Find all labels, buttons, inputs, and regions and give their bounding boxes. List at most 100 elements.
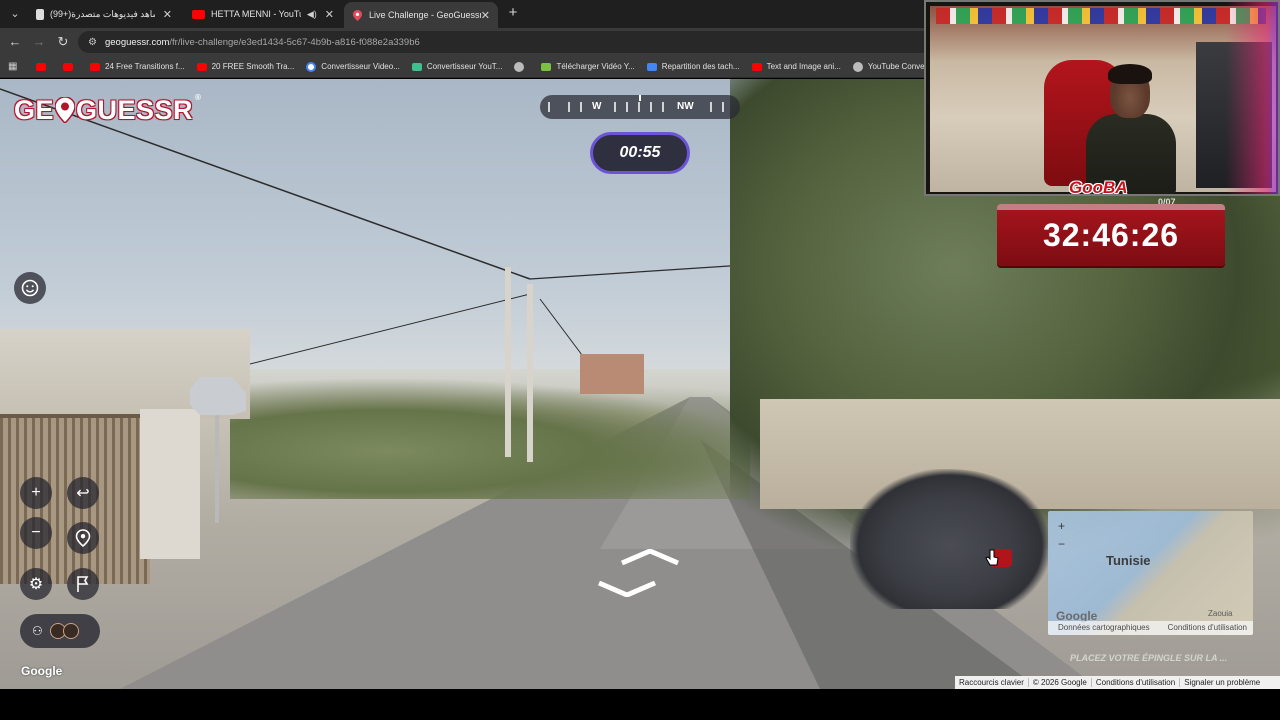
compass[interactable]: W NW [540, 95, 740, 119]
logo-pin-icon [55, 97, 76, 123]
flag-button[interactable] [67, 568, 99, 600]
bookmark-label: Convertisseur Video... [321, 62, 400, 71]
emote-button[interactable] [14, 272, 46, 304]
bookmark-item[interactable]: 20 FREE Smooth Tra... [196, 62, 295, 71]
bookmark-item[interactable]: Télécharger Vidéo Y... [541, 62, 635, 71]
bookmark-label: 24 Free Transitions f... [105, 62, 185, 71]
distant-building [580, 354, 644, 394]
flag-banner [936, 8, 1266, 24]
globe-icon [514, 61, 525, 72]
hand-cursor-icon [985, 549, 999, 566]
logo-text-end: GUESSR [76, 94, 194, 125]
compass-northwest: NW [677, 101, 694, 112]
tab-close-icon[interactable]: ✕ [481, 9, 490, 22]
location-pin-icon [75, 529, 91, 547]
tiktok-icon [36, 8, 44, 20]
utility-pole [527, 284, 533, 462]
globe-icon [852, 61, 863, 72]
url-domain: geoguessr.com [104, 36, 170, 48]
logo-text-start: GE [14, 94, 55, 125]
reload-icon[interactable]: ↻ [54, 33, 72, 51]
bookmark-item[interactable]: 24 Free Transitions f... [90, 62, 185, 71]
logo-registered: ® [195, 93, 202, 102]
bookmark-item[interactable]: Convertisseur Video... [306, 61, 400, 72]
map-data-credit[interactable]: Données cartographiques [1058, 623, 1150, 635]
apps-grid-icon[interactable]: ▦ [8, 61, 22, 72]
bookmark-item[interactable] [36, 62, 51, 71]
flag-icon [77, 576, 89, 592]
youtube-icon [751, 62, 762, 71]
bookmark-item[interactable] [514, 61, 529, 72]
bookmark-label: Télécharger Vidéo Y... [556, 62, 635, 71]
challenge-timer: 32:46:26 [997, 204, 1225, 266]
address-bar[interactable]: ⚙ geoguessr.com /fr/live-challenge/e3ed1… [78, 31, 938, 53]
speaker-icon[interactable]: ◀) [307, 9, 317, 20]
bookmark-label: Repartition des tach... [661, 62, 740, 71]
download-icon [541, 62, 552, 71]
utility-pole [505, 267, 511, 457]
map-country-label: Tunisie [1106, 553, 1151, 568]
move-forward-arrow[interactable] [620, 549, 680, 565]
new-tab-button[interactable]: + [504, 4, 522, 22]
geoguessr-pin-icon [352, 9, 363, 21]
streamer [1086, 64, 1176, 194]
convert-icon [411, 62, 422, 71]
player-avatar [62, 623, 79, 639]
tab-close-icon[interactable]: ✕ [163, 8, 172, 21]
round-timer: 00:55 [590, 132, 690, 174]
youtube-icon [90, 62, 100, 71]
bookmark-item[interactable]: Repartition des tach... [646, 62, 740, 71]
google-watermark: Google [21, 664, 63, 678]
youtube-icon [196, 62, 207, 71]
map-terms[interactable]: Conditions d'utilisation [1168, 623, 1247, 635]
terms-link[interactable]: Conditions d'utilisation [1092, 678, 1179, 687]
tab-title: (99+)شاهد فيديوهات متصدرة [50, 8, 155, 19]
forward-arrow-icon[interactable]: → [30, 33, 48, 51]
map-zoom-out[interactable]: − [1058, 537, 1065, 551]
map-place-label: Zaouia [1208, 609, 1233, 618]
tab-youtube[interactable]: HETTA MENNI - YouTube ◀) ✕ [184, 2, 342, 26]
tab-search-icon[interactable]: ⌄ [6, 5, 24, 23]
copyright-text: © 2026 Google [1032, 678, 1087, 687]
zoom-out-button[interactable]: − [20, 517, 52, 549]
map-attribution: Données cartographiques Conditions d'uti… [1048, 621, 1253, 635]
tab-geoguessr[interactable]: Live Challenge - GeoGuessr ✕ [344, 2, 498, 28]
geoguessr-logo[interactable]: GE GUESSR ® [14, 93, 201, 127]
map-zoom-in[interactable]: + [1058, 519, 1065, 533]
youtube-icon [63, 62, 73, 71]
site-info-icon[interactable]: ⚙ [88, 37, 97, 48]
bookmark-label: Text and Image ani... [766, 62, 841, 71]
return-to-start-button[interactable] [67, 522, 99, 554]
bookmark-item[interactable]: Text and Image ani... [751, 62, 841, 71]
parked-car [850, 469, 1050, 609]
group-icon: ⚇ [32, 624, 43, 638]
docs-icon [646, 62, 657, 71]
place-pin-hint: PLACEZ VOTRE ÉPINGLE SUR LA ... [1070, 653, 1228, 663]
tab-title: Live Challenge - GeoGuessr [369, 10, 481, 20]
youtube-icon [192, 9, 205, 19]
zoom-in-button[interactable]: + [20, 477, 52, 509]
move-back-arrow[interactable] [597, 581, 657, 597]
streamer-webcam: GooBA [924, 0, 1280, 196]
keyboard-shortcuts-link[interactable]: Raccourcis clavier [955, 678, 1028, 687]
tab-title: HETTA MENNI - YouTube [211, 9, 301, 19]
settings-button[interactable]: ⚙ [20, 568, 52, 600]
guess-minimap[interactable]: + − Tunisie Zaouia Google Données cartog… [1048, 511, 1253, 635]
webcam-logo: GooBA [1069, 178, 1128, 196]
youtube-icon [36, 62, 46, 71]
bookmark-item[interactable] [63, 62, 78, 71]
url-path: /fr/live-challenge/e3ed1434-5c67-4b9b-a8… [169, 36, 420, 48]
trees-background [230, 379, 750, 499]
bookmark-item[interactable]: Convertisseur YouT... [411, 62, 503, 71]
bookmark-label: Convertisseur YouT... [426, 62, 503, 71]
back-arrow-icon[interactable]: ← [6, 33, 24, 51]
neon-light [1226, 2, 1278, 194]
undo-move-button[interactable]: ↩ [67, 477, 99, 509]
google-footer: Raccourcis clavier © 2026 Google Conditi… [955, 676, 1280, 689]
report-problem-link[interactable]: Signaler un problème [1180, 678, 1264, 687]
bookmark-label: 20 FREE Smooth Tra... [211, 62, 295, 71]
smiley-icon [21, 279, 39, 297]
tab-close-icon[interactable]: ✕ [325, 8, 334, 21]
tab-trending-videos[interactable]: (99+)شاهد فيديوهات متصدرة ✕ [28, 2, 180, 26]
players-panel[interactable]: ⚇ [20, 614, 100, 648]
